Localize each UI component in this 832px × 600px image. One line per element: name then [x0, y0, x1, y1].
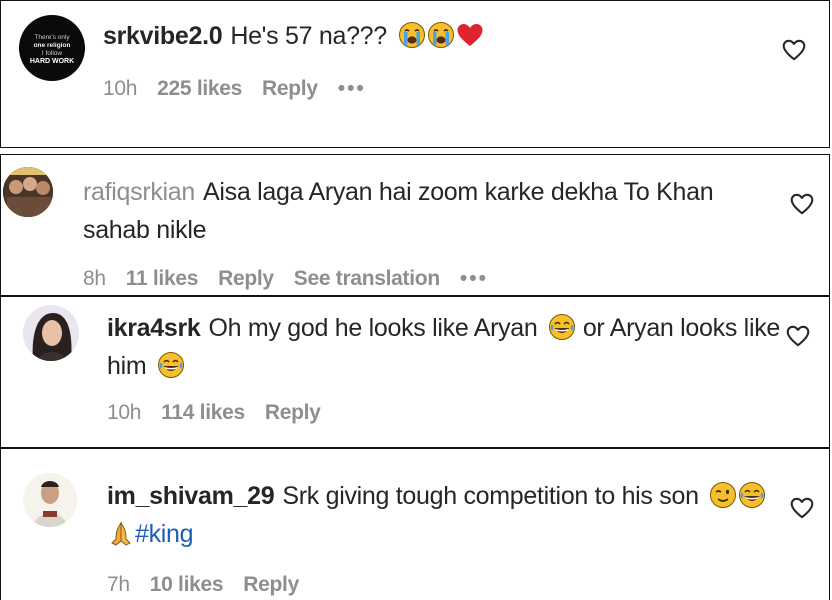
avatar-image — [23, 305, 79, 361]
folded-hands-emoji-icon — [107, 519, 135, 547]
avatar[interactable] — [23, 473, 77, 527]
reply-button[interactable]: Reply — [218, 267, 274, 290]
like-heart-icon[interactable] — [785, 323, 811, 349]
avatar[interactable] — [23, 305, 79, 361]
tears-of-joy-emoji-icon — [738, 481, 766, 509]
comment-username[interactable]: im_shivam_29 — [107, 482, 275, 510]
winking-face-emoji-icon — [709, 481, 737, 509]
reply-button[interactable]: Reply — [265, 401, 321, 424]
comment-card: rafiqsrkian Aisa laga Aryan hai zoom kark… — [0, 154, 830, 296]
avatar-text-line: There's only — [34, 34, 70, 41]
comment-text: Srk giving tough competition to his son — [282, 482, 699, 510]
more-options-icon[interactable]: ••• — [460, 267, 488, 290]
comment-text: Aisa laga Aryan hai zoom karke dekha To … — [203, 178, 714, 206]
tears-of-joy-emoji-icon — [157, 351, 185, 379]
see-translation-link[interactable]: See translation — [294, 267, 440, 290]
comment-likes[interactable]: 114 likes — [161, 401, 245, 424]
like-heart-icon[interactable] — [789, 191, 815, 217]
comment-likes[interactable]: 10 likes — [150, 573, 224, 596]
comment-body: im_shivam_29 Srk giving tough competition… — [107, 477, 787, 553]
comment-text-part-b: or Aryan looks like — [582, 314, 780, 342]
comment-meta: 8h 11 likes Reply See translation ••• — [83, 267, 508, 291]
comment-text: He's 57 na??? — [230, 22, 387, 50]
avatar-text-line: I follow — [42, 50, 63, 57]
comment-time: 10h — [103, 77, 138, 100]
like-heart-icon[interactable] — [789, 495, 815, 521]
red-heart-emoji-icon — [456, 21, 484, 49]
avatar-image: There's only one religion I follow HARD … — [30, 34, 74, 65]
tears-of-joy-emoji-icon — [548, 313, 576, 341]
avatar[interactable] — [3, 167, 53, 217]
comment-body: rafiqsrkian Aisa laga Aryan hai zoom kark… — [83, 173, 763, 249]
comment-text-continued: him — [107, 352, 147, 380]
comment-likes[interactable]: 225 likes — [157, 77, 242, 100]
comment-card: im_shivam_29 Srk giving tough competition… — [0, 448, 830, 600]
comment-text: Oh my god he looks like Aryan — [208, 314, 538, 342]
comment-card: There's only one religion I follow HARD … — [0, 0, 830, 148]
comment-text-continued: sahab nikle — [83, 216, 207, 244]
avatar-image — [23, 473, 77, 527]
comment-body: ikra4srk Oh my god he looks like Aryan or… — [107, 309, 797, 385]
reply-button[interactable]: Reply — [243, 573, 299, 596]
hashtag-link[interactable]: #king — [135, 520, 194, 548]
more-options-icon[interactable]: ••• — [338, 77, 366, 100]
reply-button[interactable]: Reply — [262, 77, 318, 100]
avatar-text-line: HARD WORK — [30, 58, 74, 65]
comment-card: ikra4srk Oh my god he looks like Aryan or… — [0, 296, 830, 448]
comment-time: 10h — [107, 401, 142, 424]
comment-time: 8h — [83, 267, 106, 290]
avatar-image — [3, 167, 53, 217]
loudly-crying-emoji-icon — [427, 21, 455, 49]
comments-list: There's only one religion I follow HARD … — [0, 0, 832, 600]
comment-meta: 7h 10 likes Reply — [107, 573, 319, 597]
comment-time: 7h — [107, 573, 130, 596]
comment-username[interactable]: srkvibe2.0 — [103, 22, 223, 50]
avatar-text-line: one religion — [34, 42, 71, 49]
loudly-crying-emoji-icon — [398, 21, 426, 49]
avatar[interactable]: There's only one religion I follow HARD … — [19, 15, 85, 81]
comment-username[interactable]: ikra4srk — [107, 314, 201, 342]
comment-likes[interactable]: 11 likes — [126, 267, 199, 290]
comment-username[interactable]: rafiqsrkian — [83, 178, 195, 206]
comment-meta: 10h 225 likes Reply ••• — [103, 77, 386, 101]
like-heart-icon[interactable] — [781, 37, 807, 63]
comment-meta: 10h 114 likes Reply — [107, 401, 341, 425]
comment-body: srkvibe2.0 He's 57 na??? — [103, 17, 753, 55]
